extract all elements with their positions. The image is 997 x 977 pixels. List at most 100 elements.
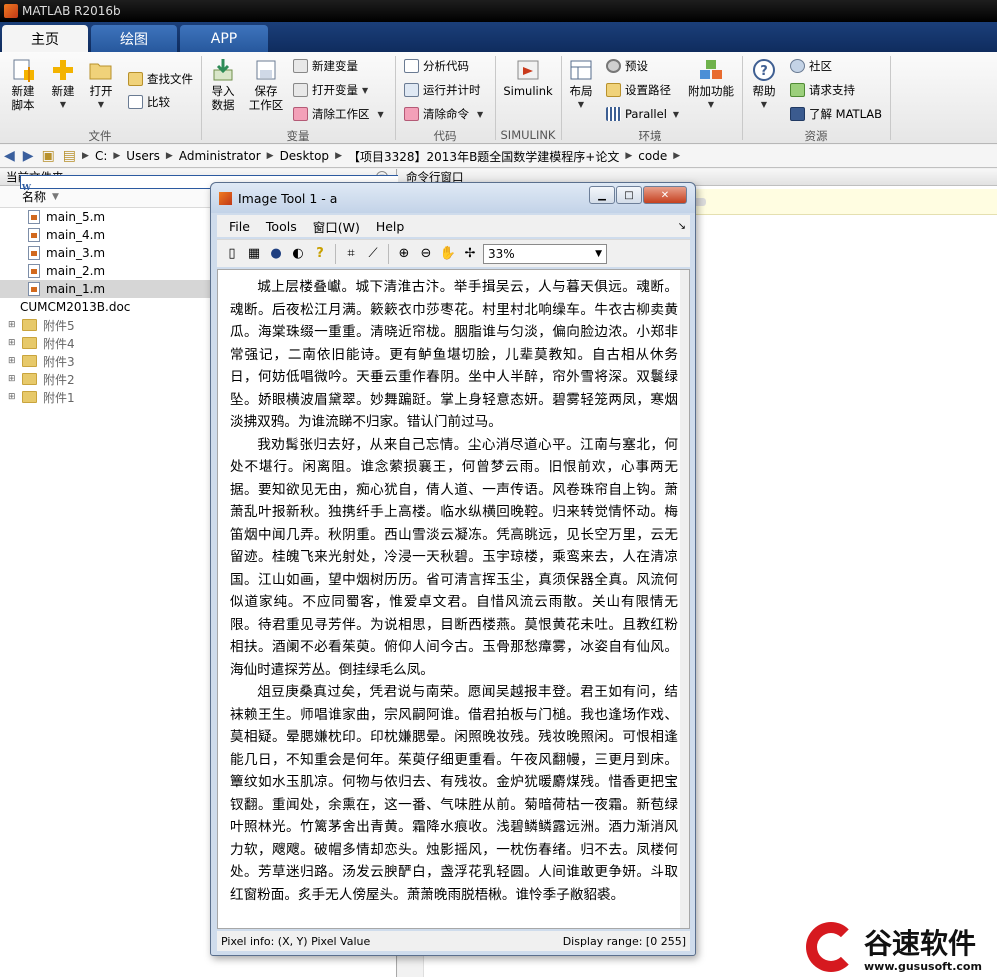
menu-tools[interactable]: Tools: [262, 219, 301, 234]
request-support-label: 请求支持: [809, 83, 855, 97]
preferences-label: 预设: [625, 59, 648, 73]
new-variable-icon: [293, 59, 308, 73]
simulink-button[interactable]: Simulink: [500, 58, 556, 98]
tab-plots[interactable]: 绘图: [91, 25, 177, 52]
watermark-logo: 谷速软件 www.gususoft.com: [806, 920, 997, 977]
forward-arrow-icon[interactable]: ▶: [23, 148, 34, 164]
display-range: Display range: [0 255]: [562, 934, 686, 948]
menu-file[interactable]: File: [225, 219, 254, 234]
measure-icon[interactable]: ⟋: [364, 245, 382, 263]
image-tool-status-bar: Pixel info: (X, Y) Pixel Value Display r…: [217, 931, 690, 951]
close-button[interactable]: ✕: [643, 186, 687, 204]
folder-name: 附件4: [43, 336, 75, 351]
request-support-button[interactable]: 请求支持: [790, 81, 855, 99]
clear-workspace-label: 清除工作区: [312, 107, 370, 121]
clear-commands-label: 清除命令: [423, 107, 469, 121]
breadcrumb-item[interactable]: code: [638, 149, 667, 163]
parallel-label: Parallel: [625, 107, 667, 121]
overview-icon[interactable]: ▦: [245, 245, 263, 263]
group-label-file: 文件: [88, 129, 112, 143]
contrast-icon[interactable]: ◐: [289, 245, 307, 263]
g-logo-icon: [806, 922, 856, 972]
community-button[interactable]: 社区: [790, 57, 832, 75]
image-display-area[interactable]: 城上层楼叠巘。城下清淮古汴。举手揖吴云，人与暮天俱远。魂断。魂断。后夜松江月满。…: [217, 269, 690, 929]
group-label-code: 代码: [433, 129, 457, 143]
chevron-right-icon: ▶: [625, 151, 633, 161]
menu-help[interactable]: Help: [372, 219, 409, 234]
layout-button[interactable]: 布局 ▼: [564, 58, 598, 112]
tab-home[interactable]: 主页: [2, 25, 88, 52]
expand-icon[interactable]: ⊞: [8, 320, 20, 330]
vertical-scrollbar[interactable]: [680, 270, 689, 928]
pan-hand-icon[interactable]: ✋: [439, 245, 457, 263]
new-button[interactable]: 新建 ▼: [46, 58, 80, 112]
minimize-button[interactable]: ▁: [589, 186, 615, 204]
breadcrumb-item[interactable]: Administrator: [179, 149, 261, 163]
run-and-time-icon: [404, 83, 419, 97]
save-workspace-label: 保存 工作区: [248, 84, 284, 112]
toolbar-separator: [388, 243, 389, 264]
chevron-right-icon: ▶: [165, 151, 173, 161]
breadcrumb-item[interactable]: 【项目3328】2013年B题全国数学建模程序+论文: [348, 148, 619, 165]
zoom-out-icon[interactable]: ⊖: [417, 245, 435, 263]
breadcrumb-item[interactable]: Users: [126, 149, 160, 163]
preferences-button[interactable]: 预设: [606, 57, 648, 75]
chevron-right-icon: ▶: [673, 151, 681, 161]
chevron-right-icon: ▶: [113, 151, 121, 161]
file-name: main_3.m: [46, 246, 106, 260]
up-folder-icon[interactable]: ▣: [42, 148, 55, 164]
save-workspace-button[interactable]: 保存 工作区: [246, 58, 286, 112]
tab-apps[interactable]: APP: [180, 25, 268, 52]
open-variable-button[interactable]: 打开变量 ▼: [293, 81, 368, 99]
parallel-button[interactable]: Parallel ▼: [606, 105, 679, 123]
chevron-down-icon: ▼: [477, 109, 484, 119]
matlab-logo-icon: [219, 191, 232, 205]
help-icon[interactable]: ?: [311, 245, 329, 263]
chevron-down-icon: ▼: [362, 85, 369, 95]
run-and-time-button[interactable]: 运行并计时: [404, 81, 481, 99]
expand-icon[interactable]: ⊞: [8, 338, 20, 348]
expand-icon[interactable]: ⊞: [8, 356, 20, 366]
new-label: 新建: [51, 84, 75, 98]
pixel-region-icon[interactable]: ✢: [461, 245, 479, 263]
breadcrumb-item[interactable]: Desktop: [280, 149, 330, 163]
run-and-time-label: 运行并计时: [423, 83, 481, 97]
zoom-in-icon[interactable]: ⊕: [395, 245, 413, 263]
clear-workspace-button[interactable]: 清除工作区 ▼: [293, 105, 384, 123]
analyze-code-button[interactable]: 分析代码: [404, 57, 469, 75]
folder-icon: [22, 373, 37, 385]
add-ons-button[interactable]: 附加功能 ▼: [686, 58, 736, 112]
dock-arrow-icon[interactable]: ↘: [678, 221, 686, 232]
find-files-button[interactable]: 查找文件: [128, 70, 193, 88]
expand-icon[interactable]: ⊞: [8, 374, 20, 384]
breadcrumb-item[interactable]: C:: [95, 149, 107, 163]
learn-matlab-icon: [790, 107, 805, 121]
file-name: main_2.m: [46, 264, 106, 278]
new-figure-icon[interactable]: ▯: [223, 245, 241, 263]
folder-icon: [22, 319, 37, 331]
set-path-button[interactable]: 设置路径: [606, 81, 671, 99]
help-button[interactable]: ? 帮助 ▼: [748, 58, 780, 112]
maximize-button[interactable]: □: [616, 186, 642, 204]
crop-icon[interactable]: ⌗: [342, 245, 360, 263]
info-icon[interactable]: ●: [267, 245, 285, 263]
simulink-label: Simulink: [503, 84, 553, 98]
compare-button[interactable]: 比较: [128, 93, 170, 111]
learn-matlab-button[interactable]: 了解 MATLAB: [790, 105, 882, 123]
menu-window[interactable]: 窗口(W): [309, 217, 364, 236]
new-variable-button[interactable]: 新建变量: [293, 57, 358, 75]
gear-icon: [606, 59, 621, 73]
expand-icon[interactable]: ⊞: [8, 392, 20, 402]
browse-folder-icon[interactable]: ▤: [63, 148, 76, 164]
image-tool-title: Image Tool 1 - a: [238, 190, 338, 206]
back-arrow-icon[interactable]: ◀: [4, 148, 15, 164]
import-data-button[interactable]: 导入 数据: [206, 58, 240, 112]
m-file-icon: [28, 282, 40, 296]
analyze-code-label: 分析代码: [423, 59, 469, 73]
chevron-down-icon: ▼: [59, 100, 67, 109]
new-script-button[interactable]: 新建 脚本: [6, 58, 40, 112]
zoom-select[interactable]: 33% ▼: [483, 243, 607, 264]
open-button[interactable]: 打开 ▼: [84, 58, 118, 112]
clear-commands-button[interactable]: 清除命令 ▼: [404, 105, 483, 123]
group-divider: [890, 56, 891, 140]
